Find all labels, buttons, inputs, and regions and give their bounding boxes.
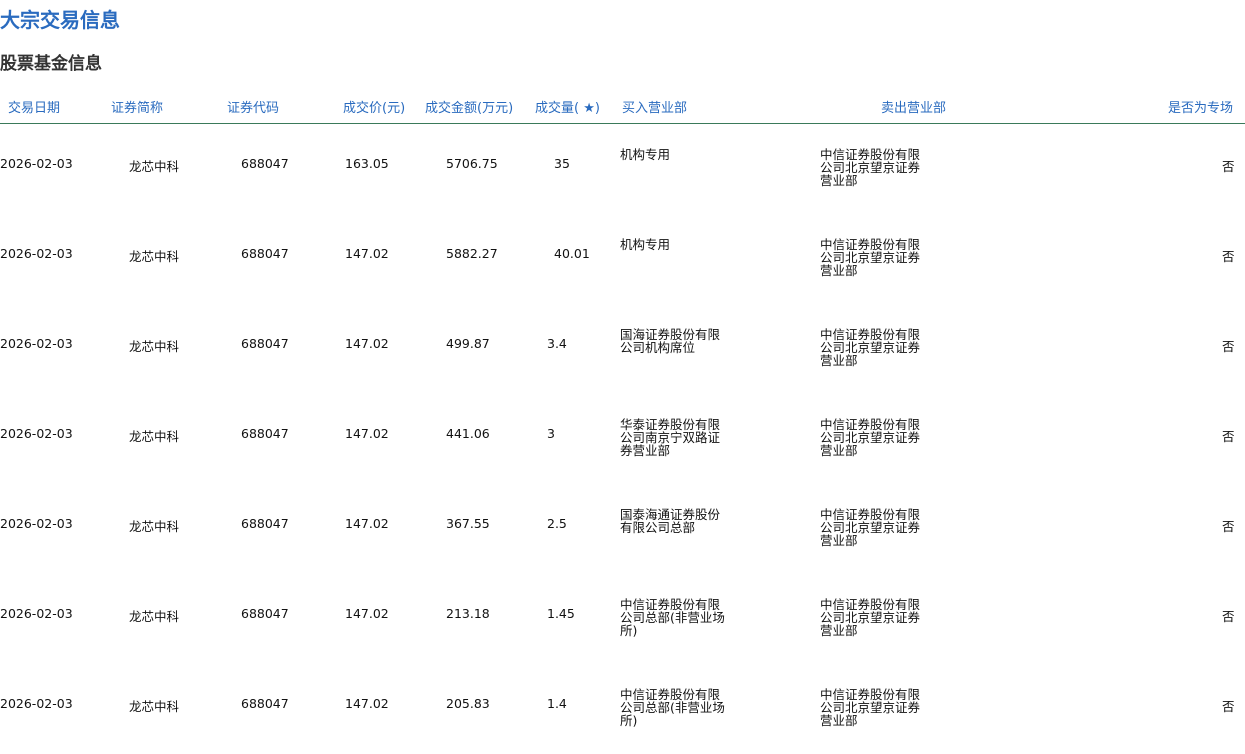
cell-security-code[interactable]: 688047 — [241, 336, 289, 351]
cell-security-name[interactable]: 龙芯中科 — [129, 516, 179, 535]
cell-seller: 中信证券股份有限公司北京望京证券营业部 — [820, 237, 921, 278]
cell-buyer: 华泰证券股份有限公司南京宁双路证券营业部 — [620, 417, 721, 458]
cell-price: 147.02 — [345, 606, 389, 621]
header-buyer[interactable]: 买入营业部 — [622, 97, 687, 116]
cell-amount: 5706.75 — [446, 156, 498, 171]
page-title: 大宗交易信息 — [0, 8, 120, 32]
header-special[interactable]: 是否为专场 — [1168, 97, 1233, 116]
cell-amount: 441.06 — [446, 426, 490, 441]
cell-security-code[interactable]: 688047 — [241, 246, 289, 261]
cell-buyer: 中信证券股份有限公司总部(非营业场所) — [620, 687, 725, 728]
header-seller[interactable]: 卖出营业部 — [881, 97, 946, 116]
cell-trade-date: 2026-02-03 — [0, 516, 73, 531]
cell-volume: 1.4 — [547, 696, 567, 711]
section-title: 股票基金信息 — [0, 54, 102, 74]
cell-security-code[interactable]: 688047 — [241, 156, 289, 171]
cell-seller: 中信证券股份有限公司北京望京证券营业部 — [820, 147, 921, 188]
cell-special: 否 — [1222, 429, 1235, 444]
cell-amount: 205.83 — [446, 696, 490, 711]
header-amount[interactable]: 成交金额(万元) — [425, 97, 513, 116]
header-security-name[interactable]: 证券简称 — [111, 97, 163, 116]
cell-volume: 1.45 — [547, 606, 575, 621]
cell-security-code[interactable]: 688047 — [241, 516, 289, 531]
cell-price: 147.02 — [345, 426, 389, 441]
table-row: 2026-02-03 龙芯中科 688047 163.05 5706.75 35… — [0, 124, 1245, 214]
cell-price: 147.02 — [345, 246, 389, 261]
cell-special: 否 — [1222, 519, 1235, 534]
header-price[interactable]: 成交价(元) — [343, 97, 405, 116]
cell-security-name[interactable]: 龙芯中科 — [129, 426, 179, 445]
cell-amount: 499.87 — [446, 336, 490, 351]
cell-amount: 5882.27 — [446, 246, 498, 261]
header-security-code[interactable]: 证券代码 — [227, 97, 279, 116]
header-trade-date[interactable]: 交易日期 — [8, 97, 60, 116]
cell-buyer: 国海证券股份有限公司机构席位 — [620, 327, 721, 355]
table-row: 2026-02-03 龙芯中科 688047 147.02 441.06 3 华… — [0, 394, 1245, 484]
cell-trade-date: 2026-02-03 — [0, 426, 73, 441]
cell-amount: 213.18 — [446, 606, 490, 621]
cell-security-name[interactable]: 龙芯中科 — [129, 246, 179, 265]
cell-security-code[interactable]: 688047 — [241, 606, 289, 621]
cell-trade-date: 2026-02-03 — [0, 336, 73, 351]
header-volume[interactable]: 成交量( ★) — [535, 97, 600, 116]
cell-price: 147.02 — [345, 516, 389, 531]
cell-price: 147.02 — [345, 336, 389, 351]
cell-buyer: 机构专用 — [620, 237, 671, 252]
table-row: 2026-02-03 龙芯中科 688047 147.02 367.55 2.5… — [0, 484, 1245, 574]
cell-seller: 中信证券股份有限公司北京望京证券营业部 — [820, 597, 921, 638]
cell-security-name[interactable]: 龙芯中科 — [129, 336, 179, 355]
cell-special: 否 — [1222, 249, 1235, 264]
table-row: 2026-02-03 龙芯中科 688047 147.02 5882.27 40… — [0, 214, 1245, 304]
cell-volume: 3.4 — [547, 336, 567, 351]
cell-volume: 40.01 — [554, 246, 590, 261]
cell-special: 否 — [1222, 609, 1235, 624]
cell-special: 否 — [1222, 159, 1235, 174]
cell-seller: 中信证券股份有限公司北京望京证券营业部 — [820, 687, 921, 728]
table-header: 交易日期 证券简称 证券代码 成交价(元) 成交金额(万元) 成交量( ★) 买… — [0, 96, 1245, 124]
cell-special: 否 — [1222, 699, 1235, 714]
cell-price: 147.02 — [345, 696, 389, 711]
cell-volume: 35 — [554, 156, 570, 171]
cell-seller: 中信证券股份有限公司北京望京证券营业部 — [820, 417, 921, 458]
cell-trade-date: 2026-02-03 — [0, 156, 73, 171]
cell-security-name[interactable]: 龙芯中科 — [129, 606, 179, 625]
cell-trade-date: 2026-02-03 — [0, 246, 73, 261]
cell-security-name[interactable]: 龙芯中科 — [129, 156, 179, 175]
cell-special: 否 — [1222, 339, 1235, 354]
cell-volume: 3 — [547, 426, 555, 441]
cell-buyer: 国泰海通证券股份有限公司总部 — [620, 507, 721, 535]
cell-trade-date: 2026-02-03 — [0, 696, 73, 711]
cell-security-name[interactable]: 龙芯中科 — [129, 696, 179, 715]
cell-trade-date: 2026-02-03 — [0, 606, 73, 621]
cell-amount: 367.55 — [446, 516, 490, 531]
cell-seller: 中信证券股份有限公司北京望京证券营业部 — [820, 507, 921, 548]
table-row: 2026-02-03 龙芯中科 688047 147.02 499.87 3.4… — [0, 304, 1245, 394]
cell-seller: 中信证券股份有限公司北京望京证券营业部 — [820, 327, 921, 368]
table-row: 2026-02-03 龙芯中科 688047 147.02 205.83 1.4… — [0, 664, 1245, 754]
cell-volume: 2.5 — [547, 516, 567, 531]
cell-security-code[interactable]: 688047 — [241, 426, 289, 441]
cell-buyer: 机构专用 — [620, 147, 671, 162]
cell-price: 163.05 — [345, 156, 389, 171]
table-row: 2026-02-03 龙芯中科 688047 147.02 213.18 1.4… — [0, 574, 1245, 664]
cell-buyer: 中信证券股份有限公司总部(非营业场所) — [620, 597, 725, 638]
cell-security-code[interactable]: 688047 — [241, 696, 289, 711]
